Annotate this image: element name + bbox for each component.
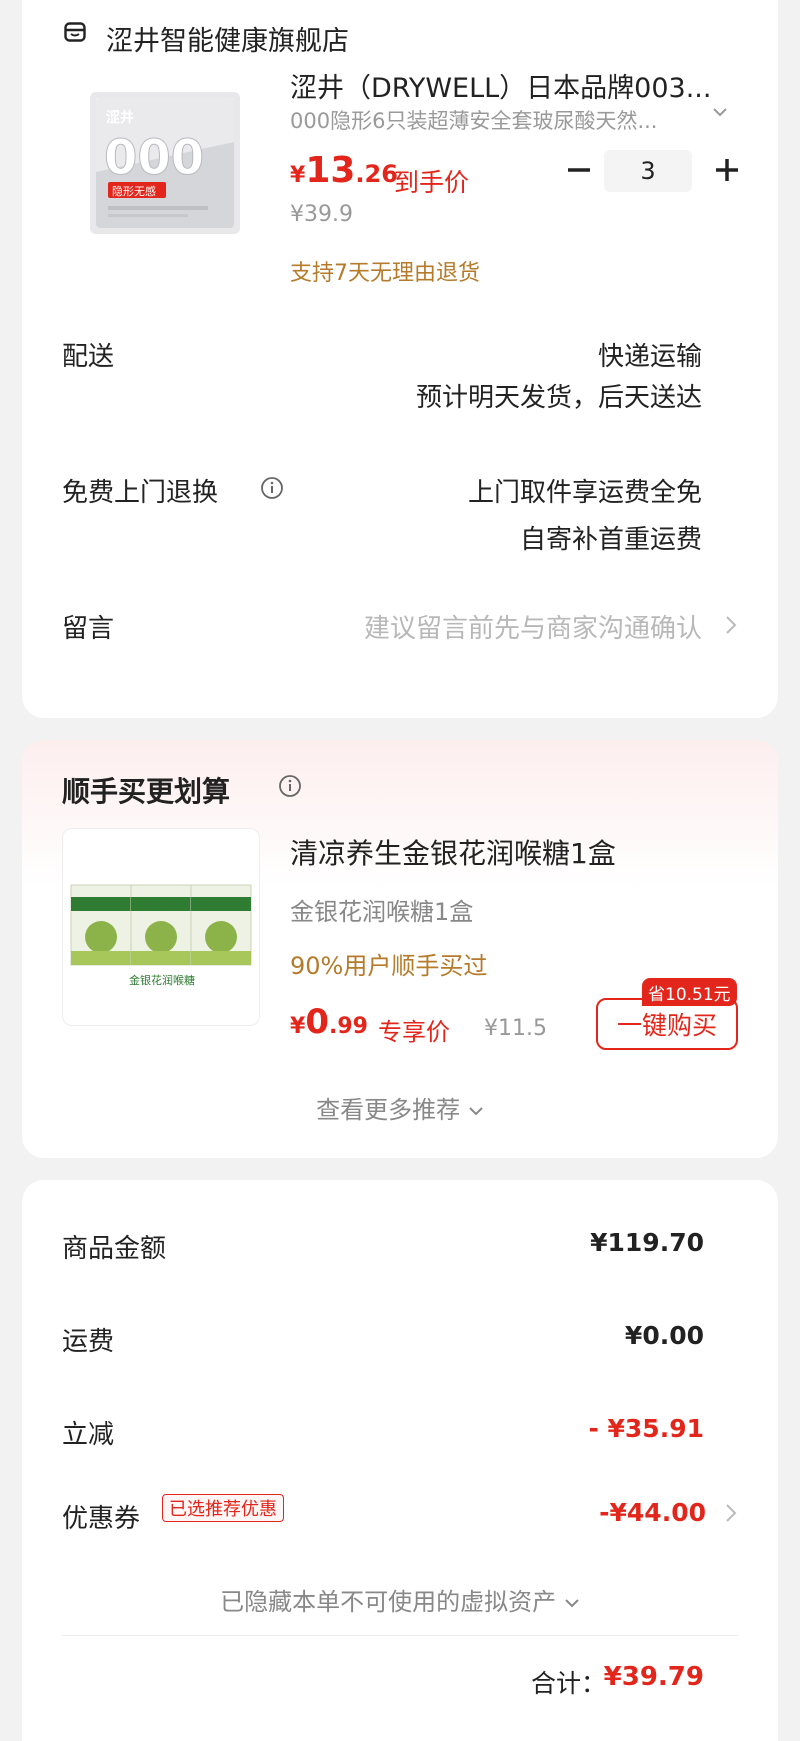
more-recommendations[interactable]: 查看更多推荐 (22, 1090, 778, 1125)
product-image-brand: 涩井 (106, 109, 134, 126)
more-recommendations-label[interactable]: 查看更多推荐 (316, 1096, 460, 1124)
coupon-recommended-tag: 已选推荐优惠 (162, 1494, 284, 1522)
goods-amount-label: 商品金额 (62, 1234, 167, 1264)
addon-price-dec: .99 (328, 1014, 368, 1039)
divider (62, 1635, 738, 1636)
return-pickup-text: 上门取件享运费全免 (467, 478, 702, 508)
addon-price: ¥0.99 (290, 1002, 368, 1042)
instant-discount-value: - ¥35.91 (588, 1414, 704, 1443)
product-image-badge: 隐形无感 (112, 185, 156, 198)
free-return-label: 免费上门退换 (62, 478, 219, 508)
chevron-right-icon[interactable] (724, 1502, 738, 1524)
addon-card: 顺手买更划算 金银花润喉糖 清凉养生金银花润喉糖1盒 金银花润喉糖1盒 90%用… (22, 740, 778, 1158)
product-price-tag: 到手价 (394, 168, 470, 197)
delivery-method: 快递运输 (597, 342, 702, 372)
instant-discount-label: 立减 (62, 1420, 115, 1450)
return-promise: 支持7天无理由退货 (290, 261, 480, 286)
info-icon[interactable] (278, 774, 302, 798)
addon-product-name[interactable]: 清凉养生金银花润喉糖1盒 (290, 832, 616, 872)
store-icon (64, 22, 86, 42)
hidden-virtual-assets-label[interactable]: 已隐藏本单不可使用的虚拟资产 (220, 1588, 556, 1616)
addon-section-title: 顺手买更划算 (62, 775, 231, 808)
product-price-dec: .26 (355, 160, 398, 188)
shipping-fee-label: 运费 (62, 1327, 115, 1357)
product-spec[interactable]: 000隐形6只装超薄安全套玻尿酸天然... (290, 105, 657, 135)
quantity-plus-button[interactable] (710, 153, 744, 187)
info-icon[interactable] (260, 476, 284, 500)
shipping-fee-value: ¥0.00 (624, 1321, 704, 1350)
price-summary-card: 商品金额 ¥119.70 运费 ¥0.00 立减 - ¥35.91 优惠券 已选… (22, 1180, 778, 1741)
quantity-minus-button[interactable] (562, 153, 596, 187)
save-badge: 省10.51元 (642, 978, 737, 1006)
message-label: 留言 (62, 614, 115, 644)
chevron-right-icon[interactable] (724, 614, 738, 636)
addon-social-proof: 90%用户顺手买过 (290, 952, 488, 980)
product-package-graphic: 涩井 000 隐形无感 (90, 92, 240, 234)
delivery-eta: 预计明天发货，后天送达 (415, 383, 702, 413)
quantity-input[interactable]: 3 (604, 150, 692, 192)
message-input[interactable]: 建议留言前先与商家沟通确认 (364, 608, 702, 645)
hidden-virtual-assets[interactable]: 已隐藏本单不可使用的虚拟资产 (22, 1582, 778, 1617)
total-value: ¥39.79 (603, 1662, 704, 1692)
product-price-int: 13 (305, 150, 356, 191)
chevron-down-icon[interactable] (712, 104, 728, 120)
addon-original-price: ¥11.5 (484, 1016, 547, 1041)
product-original-price: ¥39.9 (290, 202, 353, 227)
goods-amount-value: ¥119.70 (590, 1228, 704, 1257)
addon-product-image[interactable]: 金银花润喉糖 (62, 828, 260, 1026)
addon-image-label: 金银花润喉糖 (129, 973, 195, 987)
chevron-down-icon[interactable] (564, 1596, 580, 1610)
product-price-currency: ¥ (290, 163, 306, 188)
return-self-ship-text: 自寄补首重运费 (519, 525, 702, 555)
coupon-label: 优惠券 (62, 1504, 141, 1534)
coupon-value[interactable]: -¥44.00 (599, 1498, 706, 1527)
delivery-label: 配送 (62, 342, 115, 372)
product-title[interactable]: 涩井（DRYWELL）日本品牌003... (290, 66, 711, 105)
store-name[interactable]: 涩井智能健康旗舰店 (106, 19, 349, 58)
addon-price-tag: 专享价 (378, 1018, 450, 1046)
order-card: 涩井智能健康旗舰店 涩井 000 隐形无感 涩井（DRYWELL）日本品牌003… (22, 0, 778, 718)
addon-price-int: 0 (305, 1002, 329, 1042)
product-image[interactable]: 涩井 000 隐形无感 (84, 82, 246, 244)
total-label: 合计： (530, 1669, 606, 1698)
product-price: ¥13.26 (290, 150, 398, 191)
candy-boxes-graphic: 金银花润喉糖 (70, 884, 252, 987)
addon-product-spec: 金银花润喉糖1盒 (290, 898, 474, 926)
chevron-down-icon[interactable] (468, 1104, 484, 1118)
addon-price-currency: ¥ (290, 1014, 306, 1039)
product-image-big: 000 (104, 130, 204, 186)
